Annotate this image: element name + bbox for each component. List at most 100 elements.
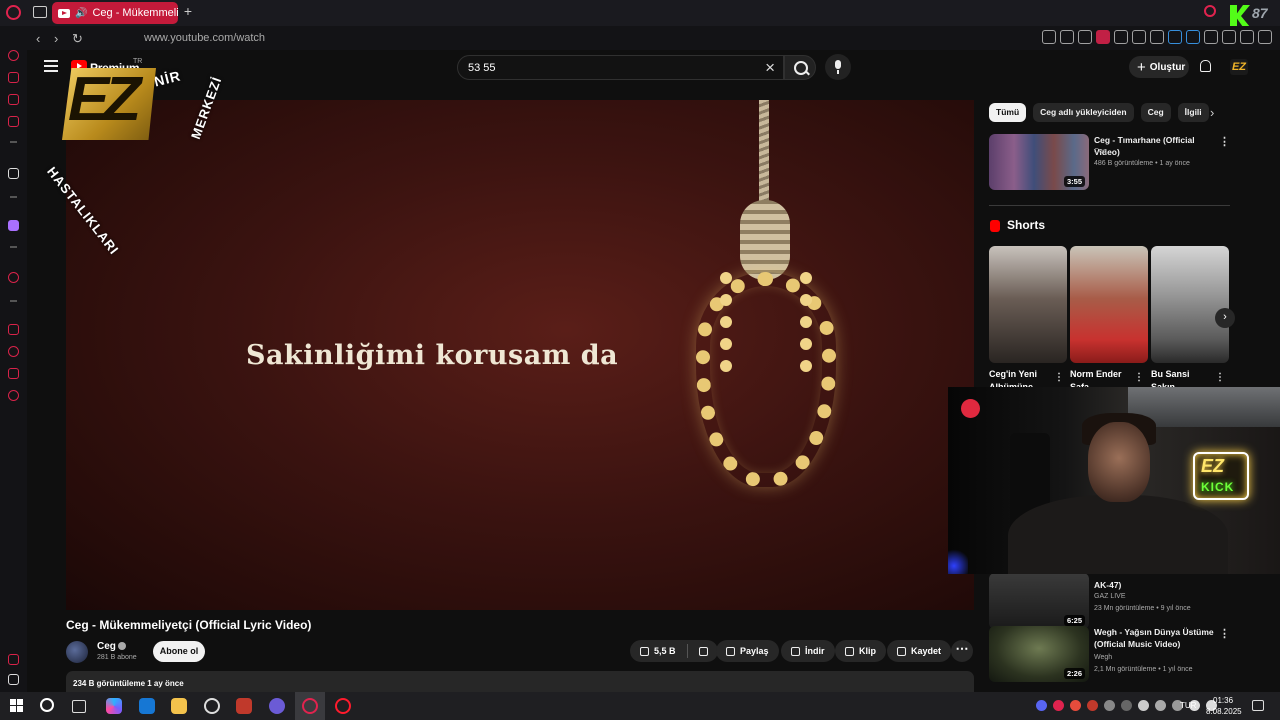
download-icon[interactable] bbox=[1240, 30, 1254, 44]
opera-gx-icon[interactable] bbox=[302, 698, 318, 714]
pinboard-icon[interactable] bbox=[8, 324, 19, 335]
related-video-title[interactable]: Ceg - Tımarhane (Official Video) bbox=[1094, 134, 1214, 158]
more-options-icon[interactable]: ⋮ bbox=[1054, 372, 1064, 383]
notification-center-icon[interactable] bbox=[1252, 700, 1264, 711]
shield-icon[interactable] bbox=[1096, 30, 1110, 44]
clear-search-icon[interactable]: × bbox=[765, 58, 775, 78]
short-thumbnail[interactable] bbox=[989, 246, 1067, 363]
notifications-bell-icon[interactable] bbox=[1200, 60, 1211, 72]
description-box[interactable]: 234 B görüntüleme 1 ay önce bbox=[66, 671, 974, 692]
shorts-next-button[interactable]: › bbox=[1215, 308, 1235, 328]
like-count[interactable]: 5,5 B bbox=[654, 646, 676, 656]
tray-app-icon[interactable] bbox=[1155, 700, 1166, 711]
related-video-channel[interactable]: Ceg bbox=[1094, 148, 1107, 155]
more-options-icon[interactable]: ⋮ bbox=[1134, 372, 1144, 383]
settings-icon[interactable] bbox=[8, 390, 19, 401]
new-tab-button[interactable]: + bbox=[181, 4, 195, 18]
account-avatar[interactable]: EZ bbox=[1230, 59, 1248, 75]
extensions-sidebar-icon[interactable] bbox=[8, 368, 19, 379]
like-icon[interactable] bbox=[640, 646, 649, 656]
search-button[interactable] bbox=[784, 55, 816, 80]
task-view-icon[interactable] bbox=[72, 700, 86, 713]
microphone-icon[interactable] bbox=[1138, 700, 1149, 711]
app-icon[interactable] bbox=[204, 698, 220, 714]
chip-all[interactable]: Tümü bbox=[989, 103, 1027, 122]
subscribe-button[interactable]: Abone ol bbox=[153, 641, 205, 662]
play-icon[interactable] bbox=[1132, 30, 1146, 44]
related-video-channel[interactable]: Wegh bbox=[1094, 654, 1112, 661]
tray-app-icon[interactable] bbox=[1104, 700, 1115, 711]
obs-icon[interactable] bbox=[269, 698, 285, 714]
add-icon[interactable] bbox=[8, 272, 19, 283]
more-actions-button[interactable]: ⋯ bbox=[951, 640, 973, 662]
related-video-title[interactable]: Wegh - Yağsın Dünya Üstüme (Official Mus… bbox=[1094, 626, 1214, 650]
outlook-icon[interactable] bbox=[139, 698, 155, 714]
chip-from-uploader[interactable]: Ceg adlı yükleyiciden bbox=[1033, 103, 1134, 122]
workspace-icon[interactable] bbox=[8, 72, 19, 83]
history-icon[interactable] bbox=[8, 346, 19, 357]
opera-logo-icon[interactable] bbox=[6, 5, 21, 20]
search-input[interactable]: 53 55 × bbox=[457, 55, 784, 80]
related-video-title[interactable]: AK-47) bbox=[1094, 579, 1214, 591]
file-explorer-icon[interactable] bbox=[171, 698, 187, 714]
menu-icon[interactable] bbox=[1258, 30, 1272, 44]
channel-avatar[interactable] bbox=[66, 641, 88, 663]
speaker-icon[interactable]: 🔊 bbox=[75, 8, 87, 19]
bookmark-icon[interactable] bbox=[1150, 30, 1164, 44]
tray-app-icon[interactable] bbox=[1087, 700, 1098, 711]
more-icon[interactable] bbox=[8, 674, 19, 685]
video-thumbnail[interactable]: 6:25 bbox=[989, 573, 1089, 629]
more-options-icon[interactable]: ⋮ bbox=[1219, 627, 1230, 640]
tray-app-icon[interactable] bbox=[1121, 700, 1132, 711]
video-editor-icon[interactable] bbox=[236, 698, 252, 714]
chip-related[interactable]: İlgili bbox=[1177, 103, 1209, 122]
share-button[interactable]: Paylaş bbox=[716, 640, 779, 662]
related-video-channel[interactable]: GAZ LIVE bbox=[1094, 593, 1126, 600]
short-thumbnail[interactable] bbox=[1070, 246, 1148, 363]
language-indicator[interactable]: TUR bbox=[1180, 701, 1196, 710]
tray-app-icon[interactable] bbox=[1053, 700, 1064, 711]
heart-icon[interactable] bbox=[1114, 30, 1128, 44]
extensions-icon[interactable] bbox=[1204, 30, 1218, 44]
chips-next-icon[interactable]: › bbox=[1210, 105, 1214, 120]
messenger-icon[interactable] bbox=[8, 94, 19, 105]
gx-icon[interactable] bbox=[8, 654, 19, 665]
channel-name[interactable]: Ceg bbox=[97, 641, 116, 652]
voice-search-button[interactable] bbox=[825, 54, 851, 80]
translate-icon[interactable] bbox=[1186, 30, 1200, 44]
related-video[interactable]: 6:25 AK-47) GAZ LIVE 23 Mn görüntüleme •… bbox=[989, 573, 1229, 633]
more-options-icon[interactable]: ⋮ bbox=[1219, 135, 1230, 148]
browser-tab-active[interactable]: 🔊 Ceg - Mükemmeliyetçi bbox=[52, 2, 178, 24]
create-button[interactable]: + Oluştur bbox=[1129, 56, 1189, 78]
save-button[interactable]: Kaydet bbox=[887, 640, 952, 662]
twitch-icon[interactable] bbox=[8, 220, 19, 231]
video-player[interactable]: Sakinliğimi korusam da bbox=[66, 100, 974, 610]
arrow-icon[interactable] bbox=[8, 168, 19, 179]
snapshot-icon[interactable] bbox=[1078, 30, 1092, 44]
dislike-icon[interactable] bbox=[698, 646, 708, 656]
download-button[interactable]: İndir bbox=[781, 640, 835, 662]
short-thumbnail[interactable] bbox=[1151, 246, 1229, 363]
audio-icon[interactable] bbox=[1168, 30, 1182, 44]
profile-icon[interactable] bbox=[1222, 30, 1236, 44]
search-icon[interactable] bbox=[40, 698, 54, 712]
opera-icon[interactable] bbox=[335, 698, 351, 714]
tab-islands-icon[interactable] bbox=[33, 6, 47, 18]
chip-ceg[interactable]: Ceg bbox=[1140, 103, 1171, 122]
mail-icon[interactable] bbox=[8, 116, 19, 127]
tray-discord-icon[interactable] bbox=[1036, 700, 1047, 711]
clip-button[interactable]: Klip bbox=[835, 640, 886, 662]
more-options-icon[interactable]: ⋮ bbox=[1215, 372, 1225, 383]
video-thumbnail[interactable]: 2:26 bbox=[989, 626, 1089, 682]
aria-icon[interactable] bbox=[8, 50, 19, 61]
tab-search-icon[interactable] bbox=[1204, 5, 1216, 17]
clock-date[interactable]: 8.08.2025 bbox=[1206, 707, 1242, 716]
related-video[interactable]: 2:26 Wegh - Yağsın Dünya Üstüme (Officia… bbox=[989, 626, 1230, 686]
video-thumbnail[interactable]: 3:55 bbox=[989, 134, 1089, 190]
clock-time[interactable]: 01:36 bbox=[1213, 696, 1233, 705]
tray-app-icon[interactable] bbox=[1070, 700, 1081, 711]
pin-icon[interactable] bbox=[1060, 30, 1074, 44]
copilot-icon[interactable] bbox=[106, 698, 122, 714]
windows-start-icon[interactable] bbox=[10, 699, 23, 712]
zoom-icon[interactable] bbox=[1042, 30, 1056, 44]
